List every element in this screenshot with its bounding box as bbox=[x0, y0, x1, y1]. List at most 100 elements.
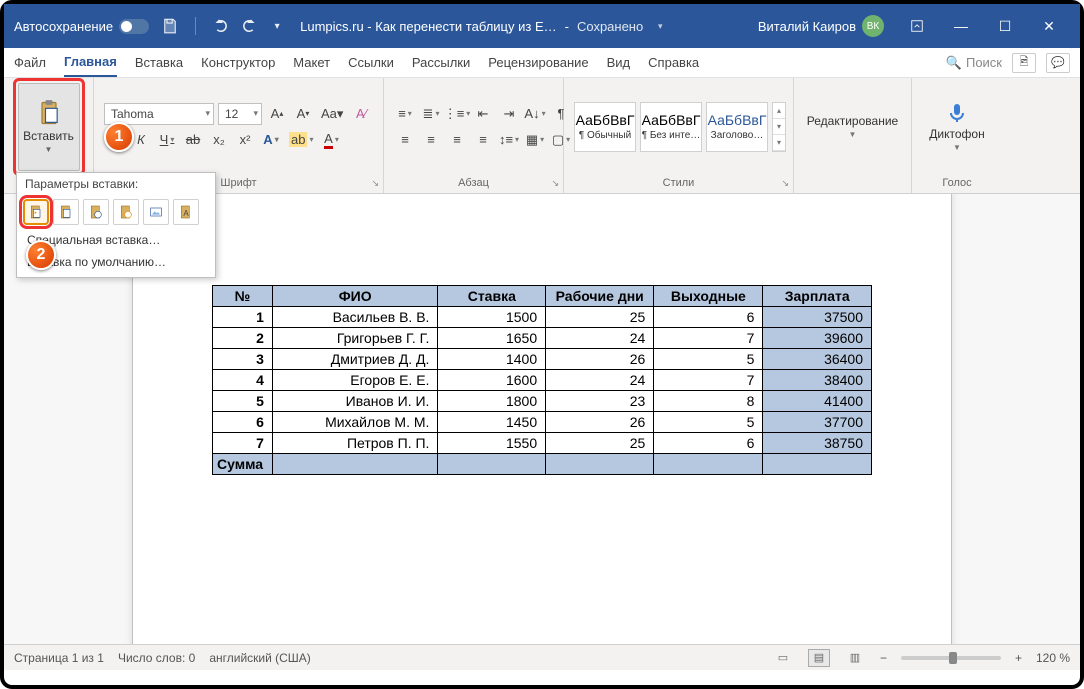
undo-icon[interactable] bbox=[212, 17, 230, 35]
superscript-icon[interactable]: x² bbox=[234, 129, 256, 151]
tab-mailings[interactable]: Рассылки bbox=[412, 49, 470, 76]
title-chevron-icon[interactable]: ▾ bbox=[651, 17, 669, 35]
cell-name: Дмитриев Д. Д. bbox=[272, 349, 438, 370]
avatar[interactable]: ВК bbox=[862, 15, 884, 37]
comments-button[interactable]: 💬 bbox=[1046, 53, 1070, 73]
user-name: Виталий Каиров bbox=[758, 19, 856, 34]
paste-picture-icon[interactable] bbox=[143, 199, 169, 225]
save-icon[interactable] bbox=[161, 17, 179, 35]
cell-num: 4 bbox=[213, 370, 273, 391]
sort-icon[interactable]: A↓ bbox=[524, 103, 546, 125]
chevron-down-icon: ▼ bbox=[953, 143, 961, 152]
tab-view[interactable]: Вид bbox=[607, 49, 631, 76]
search-icon: 🔍 bbox=[946, 55, 962, 71]
justify-icon[interactable]: ≡ bbox=[472, 129, 494, 151]
font-color-icon[interactable]: A bbox=[320, 129, 342, 151]
paste-options-title: Параметры вставки: bbox=[17, 173, 215, 195]
tab-design[interactable]: Конструктор bbox=[201, 49, 275, 76]
cell-salary: 39600 bbox=[763, 328, 872, 349]
callout-1: 1 bbox=[104, 122, 134, 152]
dialog-launcher-icon[interactable]: ↘ bbox=[551, 178, 559, 189]
line-spacing-icon[interactable]: ↕≡ bbox=[498, 129, 520, 151]
dialog-launcher-icon[interactable]: ↘ bbox=[371, 178, 379, 189]
page: № ФИО Ставка Рабочие дни Выходные Зарпла… bbox=[132, 194, 952, 644]
paste-keep-source-icon[interactable] bbox=[23, 199, 49, 225]
maximize-icon[interactable]: ☐ bbox=[984, 11, 1026, 41]
share-button[interactable]: 🖻 bbox=[1012, 53, 1036, 73]
zoom-out-button[interactable]: − bbox=[880, 651, 887, 665]
clear-formatting-icon[interactable]: A⁄ bbox=[350, 103, 372, 125]
view-focus-icon[interactable]: ▭ bbox=[772, 649, 794, 667]
strikethrough-icon[interactable]: ab bbox=[182, 129, 204, 151]
styles-gallery[interactable]: АаБбВвГ¶ Обычный АаБбВвГ¶ Без инте… АаБб… bbox=[574, 102, 786, 152]
increase-indent-icon[interactable]: ⇥ bbox=[498, 103, 520, 125]
align-center-icon[interactable]: ≡ bbox=[420, 129, 442, 151]
shading-icon[interactable]: ▦ bbox=[524, 129, 546, 151]
table-row: 6Михайлов М. М.145026537700 bbox=[213, 412, 872, 433]
text-effects-icon[interactable]: A bbox=[260, 129, 282, 151]
qat-customize-icon[interactable]: ▾ bbox=[268, 17, 286, 35]
align-left-icon[interactable]: ≡ bbox=[394, 129, 416, 151]
tab-file[interactable]: Файл bbox=[14, 49, 46, 76]
highlight-icon[interactable]: ab bbox=[286, 129, 316, 151]
search-box[interactable]: 🔍 Поиск bbox=[946, 55, 1002, 71]
autosave-toggle[interactable] bbox=[119, 19, 149, 34]
view-print-icon[interactable]: ▤ bbox=[808, 649, 830, 667]
microphone-icon bbox=[945, 101, 969, 125]
minimize-icon[interactable]: — bbox=[940, 11, 982, 41]
dictate-button[interactable]: Диктофон ▼ bbox=[922, 101, 992, 152]
font-size-combo[interactable]: 12 bbox=[218, 103, 262, 125]
cell-rate: 1550 bbox=[438, 433, 546, 454]
status-language[interactable]: английский (США) bbox=[209, 651, 310, 665]
decrease-indent-icon[interactable]: ⇤ bbox=[472, 103, 494, 125]
tab-review[interactable]: Рецензирование bbox=[488, 49, 588, 76]
tab-references[interactable]: Ссылки bbox=[348, 49, 394, 76]
status-page[interactable]: Страница 1 из 1 bbox=[14, 651, 104, 665]
tab-home[interactable]: Главная bbox=[64, 48, 117, 77]
decrease-font-icon[interactable]: A▾ bbox=[292, 103, 314, 125]
cell-daysoff: 8 bbox=[654, 391, 763, 412]
style-heading1[interactable]: АаБбВвГЗаголово… bbox=[706, 102, 768, 152]
style-normal[interactable]: АаБбВвГ¶ Обычный bbox=[574, 102, 636, 152]
data-table: № ФИО Ставка Рабочие дни Выходные Зарпла… bbox=[212, 285, 872, 475]
numbering-icon[interactable]: ≣ bbox=[420, 103, 442, 125]
subscript-icon[interactable]: x₂ bbox=[208, 129, 230, 151]
style-no-spacing[interactable]: АаБбВвГ¶ Без инте… bbox=[640, 102, 702, 152]
styles-scroll[interactable]: ▴▾▾ bbox=[772, 102, 786, 152]
increase-font-icon[interactable]: A▴ bbox=[266, 103, 288, 125]
zoom-slider[interactable] bbox=[901, 656, 1001, 660]
change-case-icon[interactable]: Aa▾ bbox=[318, 103, 346, 125]
bullets-icon[interactable]: ≡ bbox=[394, 103, 416, 125]
sum-label: Сумма bbox=[213, 454, 273, 475]
cell-name: Григорьев Г. Г. bbox=[272, 328, 438, 349]
paste-use-dest-icon[interactable] bbox=[53, 199, 79, 225]
dialog-launcher-icon[interactable]: ↘ bbox=[781, 178, 789, 189]
cell-rate: 1450 bbox=[438, 412, 546, 433]
cell-num: 6 bbox=[213, 412, 273, 433]
table-row: 3Дмитриев Д. Д.140026536400 bbox=[213, 349, 872, 370]
zoom-level[interactable]: 120 % bbox=[1036, 651, 1070, 665]
status-words[interactable]: Число слов: 0 bbox=[118, 651, 195, 665]
multilevel-icon[interactable]: ⋮≡ bbox=[446, 103, 468, 125]
align-right-icon[interactable]: ≡ bbox=[446, 129, 468, 151]
table-row: 7Петров П. П.155025638750 bbox=[213, 433, 872, 454]
tab-help[interactable]: Справка bbox=[648, 49, 699, 76]
paste-button[interactable]: Вставить ▼ bbox=[18, 83, 80, 171]
cell-name: Егоров Е. Е. bbox=[272, 370, 438, 391]
redo-icon[interactable] bbox=[240, 17, 258, 35]
cell-daysoff: 5 bbox=[654, 412, 763, 433]
paste-text-only-icon[interactable]: A bbox=[173, 199, 199, 225]
close-icon[interactable]: ✕ bbox=[1028, 11, 1070, 41]
paste-link-use-dest-icon[interactable] bbox=[113, 199, 139, 225]
tab-layout[interactable]: Макет bbox=[293, 49, 330, 76]
ribbon-options-icon[interactable] bbox=[896, 11, 938, 41]
underline-button[interactable]: Ч bbox=[156, 129, 178, 151]
zoom-in-button[interactable]: + bbox=[1015, 651, 1022, 665]
paste-icon bbox=[35, 99, 63, 127]
view-web-icon[interactable]: ▥ bbox=[844, 649, 866, 667]
editing-button[interactable]: Редактирование ▼ bbox=[804, 114, 901, 139]
cell-daysoff: 7 bbox=[654, 370, 763, 391]
paste-link-keep-source-icon[interactable] bbox=[83, 199, 109, 225]
table-row: 5Иванов И. И.180023841400 bbox=[213, 391, 872, 412]
tab-insert[interactable]: Вставка bbox=[135, 49, 183, 76]
